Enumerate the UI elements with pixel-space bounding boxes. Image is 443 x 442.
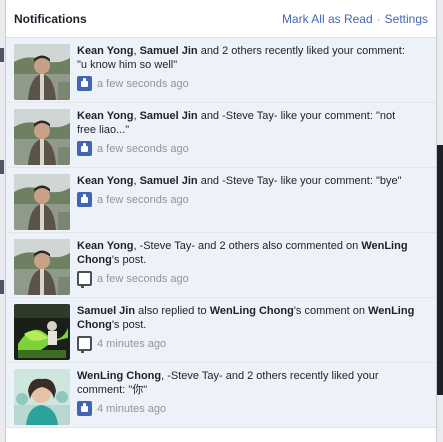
person-name[interactable]: Kean Yong [77, 175, 133, 187]
mark-all-read-link[interactable]: Mark All as Read [282, 12, 373, 26]
avatar-man-outdoors [14, 44, 70, 100]
notification-meta: a few seconds ago [77, 192, 417, 207]
avatar-man-outdoors [14, 109, 70, 165]
notification-text-part: 's comment on [293, 305, 369, 317]
notifications-title: Notifications [14, 11, 87, 26]
notification-item[interactable]: Kean Yong, Samuel Jin and -Steve Tay- li… [6, 103, 436, 168]
notification-time: a few seconds ago [97, 272, 189, 285]
notification-text-part: also replied to [135, 305, 210, 317]
notification-body: Kean Yong, -Steve Tay- and 2 others also… [77, 239, 417, 297]
notification-item[interactable]: Samuel Jin also replied to WenLing Chong… [6, 298, 436, 363]
avatar-man-outdoors [14, 174, 70, 230]
person-name[interactable]: WenLing Chong [210, 305, 294, 317]
notification-body: Kean Yong, Samuel Jin and -Steve Tay- li… [77, 174, 417, 232]
person-name[interactable]: Samuel Jin [77, 305, 135, 317]
notifications-list: Kean Yong, Samuel Jin and 2 others recen… [6, 38, 436, 442]
notification-body: WenLing Chong, -Steve Tay- and 2 others … [77, 369, 417, 427]
notification-item[interactable]: Kean Yong, -Steve Tay- and 2 others also… [6, 233, 436, 298]
comment-icon [77, 271, 92, 288]
person-name[interactable]: WenLing Chong [77, 370, 161, 382]
notification-meta: 4 minutes ago [77, 401, 417, 416]
background-page-strip [437, 145, 443, 395]
edge-marker [0, 160, 4, 174]
notification-text: Kean Yong, Samuel Jin and 2 others recen… [77, 44, 417, 72]
notification-text-part: 's post. [111, 319, 147, 331]
like-icon [77, 141, 92, 156]
like-icon [77, 192, 92, 207]
notification-item-partial[interactable] [6, 428, 436, 442]
person-name[interactable]: Samuel Jin [140, 110, 198, 122]
notification-body: Kean Yong, Samuel Jin and 2 others recen… [77, 44, 417, 102]
notification-text: Kean Yong, Samuel Jin and -Steve Tay- li… [77, 174, 417, 188]
avatar-woman-teal [14, 369, 70, 425]
notification-time: 4 minutes ago [97, 337, 167, 350]
notification-item[interactable]: Kean Yong, Samuel Jin and 2 others recen… [6, 38, 436, 103]
person-name[interactable]: Kean Yong [77, 45, 133, 57]
header-separator: · [376, 11, 381, 26]
notification-body: Kean Yong, Samuel Jin and -Steve Tay- li… [77, 109, 417, 167]
right-edge [437, 0, 443, 442]
notification-meta: 4 minutes ago [77, 336, 417, 353]
notification-time: a few seconds ago [97, 193, 189, 206]
person-name[interactable]: Samuel Jin [140, 175, 198, 187]
notifications-panel: Notifications Mark All as Read · Setting… [5, 0, 437, 442]
notification-text-part: 's post. [111, 254, 147, 266]
notification-time: a few seconds ago [97, 77, 189, 90]
notification-time: 4 minutes ago [97, 402, 167, 415]
edge-marker [0, 280, 4, 294]
comment-icon [77, 336, 92, 353]
notification-meta: a few seconds ago [77, 271, 417, 288]
notification-item[interactable]: Kean Yong, Samuel Jin and -Steve Tay- li… [6, 168, 436, 233]
notification-text-part: and -Steve Tay- like your comment: "bye" [197, 175, 402, 187]
person-name[interactable]: Kean Yong [77, 240, 133, 252]
like-icon [77, 76, 92, 91]
avatar-green-splash [14, 304, 70, 360]
person-name[interactable]: Kean Yong [77, 110, 133, 122]
like-icon [77, 401, 92, 416]
notification-text: Samuel Jin also replied to WenLing Chong… [77, 304, 417, 332]
notifications-header: Notifications Mark All as Read · Setting… [6, 0, 436, 38]
notification-text-part: , -Steve Tay- and 2 others also commente… [133, 240, 362, 252]
settings-link[interactable]: Settings [385, 12, 428, 26]
notification-body: Samuel Jin also replied to WenLing Chong… [77, 304, 417, 362]
notification-meta: a few seconds ago [77, 141, 417, 156]
avatar-man-outdoors [14, 239, 70, 295]
notification-text: WenLing Chong, -Steve Tay- and 2 others … [77, 369, 417, 397]
edge-marker [0, 48, 4, 62]
notification-text: Kean Yong, Samuel Jin and -Steve Tay- li… [77, 109, 417, 137]
notification-meta: a few seconds ago [77, 76, 417, 91]
notification-text: Kean Yong, -Steve Tay- and 2 others also… [77, 239, 417, 267]
notification-time: a few seconds ago [97, 142, 189, 155]
notification-item[interactable]: WenLing Chong, -Steve Tay- and 2 others … [6, 363, 436, 428]
person-name[interactable]: Samuel Jin [140, 45, 198, 57]
